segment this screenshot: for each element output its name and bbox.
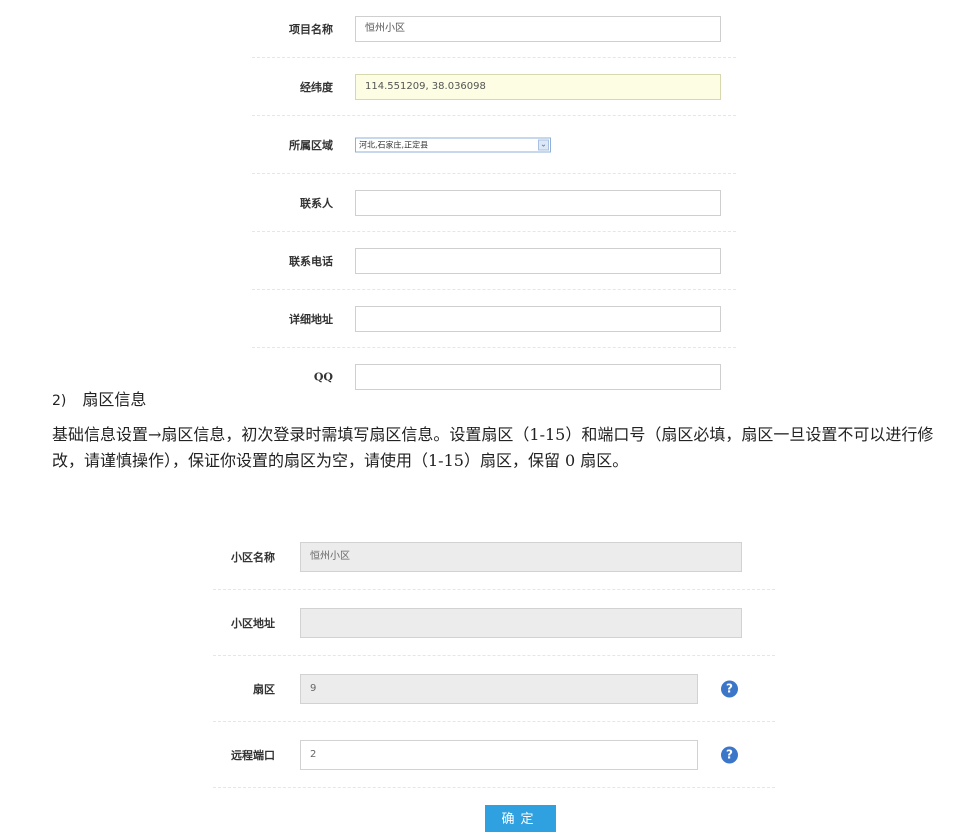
- region-label: 所属区域: [289, 138, 333, 152]
- section-title: 扇区信息: [82, 390, 147, 409]
- sector-row: 扇区 9 ?: [213, 656, 775, 722]
- project-name-input[interactable]: 恒州小区: [355, 15, 721, 42]
- region-select-value: 河北,石家庄,正定县: [359, 140, 429, 149]
- community-address-input[interactable]: [300, 607, 742, 638]
- qq-row: QQ: [252, 348, 736, 406]
- section-heading: 2) 扇区信息: [52, 386, 146, 410]
- confirm-button[interactable]: 确定: [485, 805, 556, 832]
- region-select[interactable]: 河北,石家庄,正定县 ⌄: [355, 137, 551, 152]
- chevron-down-icon[interactable]: ⌄: [538, 139, 549, 150]
- sector-label: 扇区: [253, 682, 275, 696]
- address-label: 详细地址: [289, 312, 333, 326]
- help-icon[interactable]: ?: [721, 746, 738, 763]
- qq-input[interactable]: [355, 364, 721, 390]
- phone-row: 联系电话: [252, 232, 736, 290]
- contact-label: 联系人: [300, 196, 333, 210]
- community-name-label: 小区名称: [231, 550, 275, 564]
- community-name-input[interactable]: 恒州小区: [300, 541, 742, 572]
- region-row: 所属区域 河北,石家庄,正定县 ⌄: [252, 116, 736, 174]
- latlng-row: 经纬度 114.551209, 38.036098: [252, 58, 736, 116]
- port-input[interactable]: 2: [300, 739, 698, 770]
- contact-input[interactable]: [355, 189, 721, 216]
- qq-label: QQ: [313, 370, 333, 384]
- sector-input[interactable]: 9: [300, 673, 698, 704]
- latlng-input[interactable]: 114.551209, 38.036098: [355, 73, 721, 100]
- contact-row: 联系人: [252, 174, 736, 232]
- project-info-form: 项目名称 恒州小区 经纬度 114.551209, 38.036098 所属区域…: [252, 0, 736, 406]
- community-address-label: 小区地址: [231, 616, 275, 630]
- address-input[interactable]: [355, 305, 721, 332]
- section-description: 基础信息设置→扇区信息，初次登录时需填写扇区信息。设置扇区（1-15）和端口号（…: [52, 425, 934, 470]
- help-icon[interactable]: ?: [721, 680, 738, 697]
- latlng-label: 经纬度: [300, 80, 333, 94]
- phone-input[interactable]: [355, 247, 721, 274]
- port-label: 远程端口: [231, 748, 275, 762]
- section-number: 2): [52, 393, 67, 409]
- phone-label: 联系电话: [289, 254, 333, 268]
- project-name-row: 项目名称 恒州小区: [252, 0, 736, 58]
- community-address-row: 小区地址: [213, 590, 775, 656]
- port-row: 远程端口 2 ?: [213, 722, 775, 788]
- sector-info-form: 小区名称 恒州小区 小区地址 扇区 9 ? 远程端口 2 ?: [213, 524, 775, 788]
- project-name-label: 项目名称: [289, 22, 333, 36]
- address-row: 详细地址: [252, 290, 736, 348]
- community-name-row: 小区名称 恒州小区: [213, 524, 775, 590]
